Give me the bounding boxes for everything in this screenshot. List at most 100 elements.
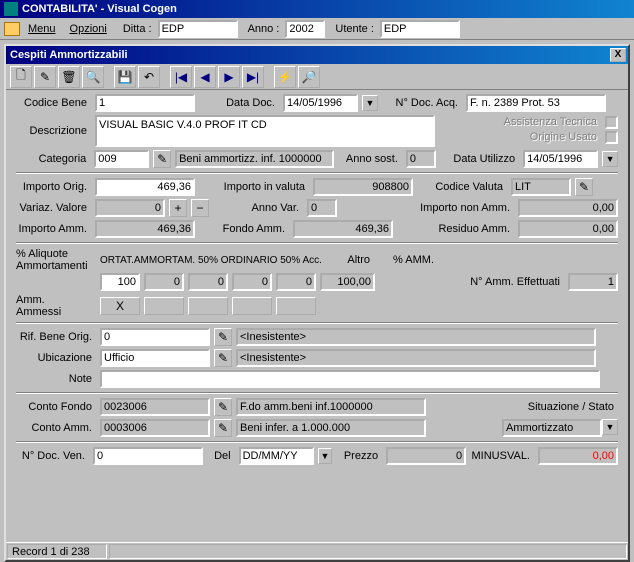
conto-amm-desc: Beni infer. a 1.000.000 [236, 419, 426, 437]
plus-icon[interactable]: + [169, 199, 187, 217]
menubar: Menu Opzioni Ditta : Anno : Utente : [0, 18, 634, 40]
origine-usato-checkbox[interactable] [605, 131, 618, 144]
importo-valuta-input[interactable] [313, 178, 413, 196]
ubicazione-desc: <Inesistente> [236, 349, 596, 367]
data-utilizzo-input[interactable] [523, 150, 598, 168]
aliq-6-input[interactable] [320, 273, 375, 291]
del-input[interactable] [239, 447, 314, 465]
aliquote-label: % Aliquote Ammortamenti [16, 248, 96, 272]
edit-icon[interactable]: ✎ [34, 66, 56, 88]
zoom-icon[interactable]: 🔎 [298, 66, 320, 88]
anno-sost-label: Anno sost. [338, 153, 402, 165]
amm-ammessi-x-button[interactable]: X [100, 297, 140, 315]
conto-fondo-lookup-icon[interactable]: ✎ [214, 398, 232, 416]
del-label: Del [207, 450, 235, 462]
folder-icon[interactable] [4, 22, 20, 36]
namm-eff-input[interactable] [568, 273, 618, 291]
residuo-amm-input[interactable] [518, 220, 618, 238]
ubicazione-lookup-icon[interactable]: ✎ [214, 349, 232, 367]
fondo-amm-input[interactable] [293, 220, 393, 238]
del-dropdown-icon[interactable]: ▼ [318, 448, 333, 464]
note-input[interactable] [100, 370, 600, 388]
new-icon[interactable]: 🗋 [10, 66, 32, 88]
aliq-4-input[interactable] [232, 273, 272, 291]
first-icon[interactable]: |◀ [170, 66, 192, 88]
rif-bene-input[interactable] [100, 328, 210, 346]
sit-stato-label: Situazione / Stato [528, 401, 618, 413]
ndoc-acq-input[interactable] [466, 94, 606, 112]
prezzo-input[interactable] [386, 447, 466, 465]
importo-orig-label: Importo Orig. [16, 181, 91, 193]
minus-icon[interactable]: − [191, 199, 209, 217]
ass-tecnica-label: Assistenza Tecnica [504, 116, 601, 128]
prev-icon[interactable]: ◀ [194, 66, 216, 88]
rif-bene-lookup-icon[interactable]: ✎ [214, 328, 232, 346]
ubicazione-input[interactable] [100, 349, 210, 367]
app-titlebar: CONTABILITA' - Visual Cogen [0, 0, 634, 18]
rif-bene-label: Rif. Bene Orig. [16, 331, 96, 343]
categoria-input[interactable] [94, 150, 149, 168]
find-icon[interactable]: 🔍 [82, 66, 104, 88]
codice-bene-input[interactable] [95, 94, 195, 112]
aliq-2-input[interactable] [144, 273, 184, 291]
minusval-input[interactable] [538, 447, 618, 465]
importo-valuta-label: Importo in valuta [199, 181, 309, 193]
origine-usato-label: Origine Usato [530, 131, 601, 143]
data-utilizzo-dropdown-icon[interactable]: ▼ [602, 151, 618, 167]
conto-fondo-input[interactable] [100, 398, 210, 416]
pamm-label: % AMM. [378, 254, 438, 266]
codice-valuta-input[interactable] [511, 178, 571, 196]
anno-var-input[interactable] [307, 199, 337, 217]
data-doc-label: Data Doc. [199, 97, 279, 109]
fondo-amm-label: Fondo Amm. [199, 223, 289, 235]
utente-input[interactable] [380, 20, 460, 38]
toolbar: 🗋 ✎ 🗑 🔍 💾 ↶ |◀ ◀ ▶ ▶| ⚡ 🔎 [6, 64, 628, 90]
descrizione-input[interactable]: VISUAL BASIC V.4.0 PROF IT CD [95, 115, 435, 147]
sit-stato-input[interactable] [502, 419, 602, 437]
importo-orig-input[interactable] [95, 178, 195, 196]
amm-ammessi-btn5[interactable] [276, 297, 316, 315]
ass-tecnica-checkbox[interactable] [605, 116, 618, 129]
amm-ammessi-btn3[interactable] [188, 297, 228, 315]
child-window: Cespiti Ammortizzabili X 🗋 ✎ 🗑 🔍 💾 ↶ |◀ … [4, 44, 630, 562]
categoria-label: Categoria [16, 153, 90, 165]
anno-input[interactable] [285, 20, 325, 38]
rif-bene-desc: <Inesistente> [236, 328, 596, 346]
categoria-lookup-icon[interactable]: ✎ [153, 150, 171, 168]
data-doc-dropdown-icon[interactable]: ▼ [362, 95, 378, 111]
descrizione-label: Descrizione [16, 125, 91, 137]
anno-sost-input[interactable] [406, 150, 436, 168]
ditta-input[interactable] [158, 20, 238, 38]
importo-amm-input[interactable] [95, 220, 195, 238]
altro-label: Altro [334, 254, 374, 266]
conto-amm-label: Conto Amm. [16, 422, 96, 434]
delete-icon[interactable]: 🗑 [58, 66, 80, 88]
record-status: Record 1 di 238 [7, 544, 107, 559]
last-icon[interactable]: ▶| [242, 66, 264, 88]
conto-amm-input[interactable] [100, 419, 210, 437]
undo-icon[interactable]: ↶ [138, 66, 160, 88]
filter-icon[interactable]: ⚡ [274, 66, 296, 88]
codice-valuta-label: Codice Valuta [417, 181, 507, 193]
next-icon[interactable]: ▶ [218, 66, 240, 88]
save-icon[interactable]: 💾 [114, 66, 136, 88]
aliq-3-input[interactable] [188, 273, 228, 291]
amm-ammessi-label: Amm. Ammessi [16, 294, 96, 318]
importo-non-amm-input[interactable] [518, 199, 618, 217]
menu-menu[interactable]: Menu [22, 21, 62, 37]
ndoc-ven-input[interactable] [93, 447, 203, 465]
aliq-1-input[interactable] [100, 273, 140, 291]
amm-ammessi-btn2[interactable] [144, 297, 184, 315]
data-doc-input[interactable] [283, 94, 358, 112]
conto-amm-lookup-icon[interactable]: ✎ [214, 419, 232, 437]
sit-stato-dropdown-icon[interactable]: ▼ [602, 419, 618, 435]
aliq-5-input[interactable] [276, 273, 316, 291]
amm-ammessi-btn4[interactable] [232, 297, 272, 315]
app-title: CONTABILITA' - Visual Cogen [22, 0, 177, 18]
variaz-valore-input[interactable] [95, 199, 165, 217]
close-icon[interactable]: X [610, 48, 626, 62]
codice-valuta-lookup-icon[interactable]: ✎ [575, 178, 593, 196]
menu-opzioni[interactable]: Opzioni [64, 21, 113, 37]
separator [16, 242, 618, 244]
ndoc-acq-label: N° Doc. Acq. [382, 97, 462, 109]
